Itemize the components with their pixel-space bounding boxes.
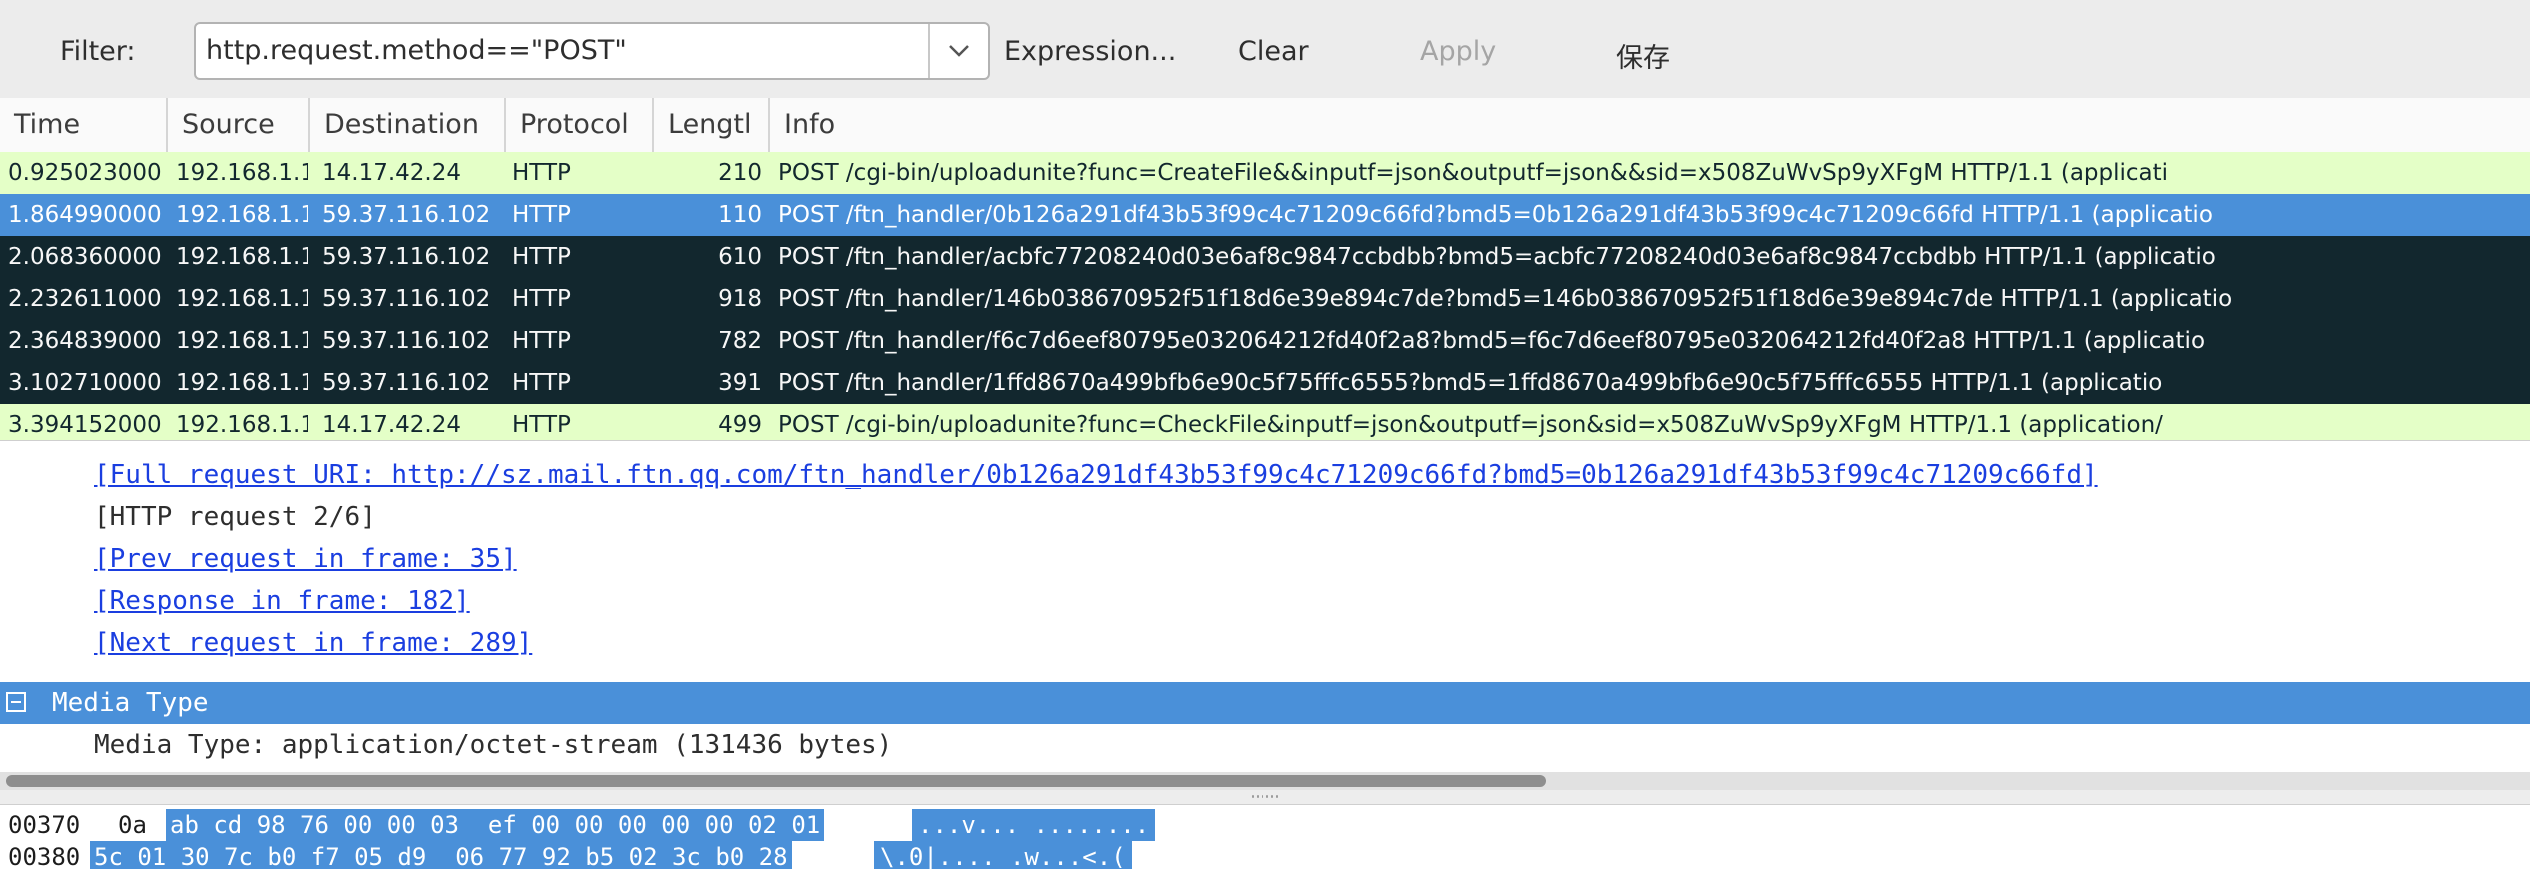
cell-info: POST /ftn_handler/0b126a291df43b53f99c4c… [778,202,2213,228]
cell-info: POST /ftn_handler/f6c7d6eef80795e0320642… [778,328,2206,354]
column-header-length[interactable]: Lengtl [654,98,770,152]
packet-row[interactable]: 0.925023000 192.168.1.1 14.17.42.24 HTTP 210… [0,152,2530,194]
hex-offset: 00380 [8,843,81,869]
cell-protocol: HTTP [512,328,571,354]
column-header-source[interactable]: Source [168,98,310,152]
collapse-icon[interactable] [6,692,26,712]
filter-toolbar: Filter: Expression... Clear Apply 保存 [0,0,2530,98]
cell-info: POST /ftn_handler/1ffd8670a499bfb6e90c5f… [778,370,2163,396]
pane-splitter-bottom[interactable] [1252,795,1278,801]
hex-bytes: 0a [118,811,147,839]
cell-source: 192.168.1.1 [176,286,308,312]
cell-info: POST /cgi-bin/uploadunite?func=CreateFil… [778,160,2169,186]
response-frame-link[interactable]: [Response in frame: 182] [94,580,470,622]
cell-source: 192.168.1.1 [176,328,308,354]
cell-time: 3.394152000 [8,412,162,438]
cell-info: POST /cgi-bin/uploadunite?func=CheckFile… [778,412,2163,438]
full-request-uri-link[interactable]: [Full request URI: http://sz.mail.ftn.qq… [94,454,2098,496]
cell-length: 610 [718,244,762,270]
hex-ascii-highlighted[interactable]: ...v... ........ [912,809,1156,841]
cell-destination: 59.37.116.102 [322,202,491,228]
packet-row[interactable]: 2.364839000 192.168.1.1 59.37.116.102 HTTP 7… [0,320,2530,362]
http-request-index: [HTTP request 2/6] [94,502,376,532]
cell-length: 210 [718,160,762,186]
cell-time: 2.364839000 [8,328,162,354]
cell-info: POST /ftn_handler/146b038670952f51f18d6e… [778,286,2233,312]
chevron-down-icon [949,45,969,57]
column-header-info[interactable]: Info [770,98,2530,152]
cell-length: 391 [718,370,762,396]
column-header-protocol[interactable]: Protocol [506,98,654,152]
filter-combobox[interactable] [194,22,990,80]
cell-time: 3.102710000 [8,370,162,396]
media-type-header-label: Media Type [52,688,209,718]
details-horizontal-scrollbar[interactable] [0,772,2530,790]
apply-button[interactable]: Apply [1420,36,1496,67]
cell-destination: 14.17.42.24 [322,160,461,186]
packet-bytes-pane: 00370 0a ab cd 98 76 00 00 03 ef 00 00 00 … [0,804,2530,869]
hex-offset: 00370 [8,811,81,839]
cell-protocol: HTTP [512,160,571,186]
cell-protocol: HTTP [512,202,571,228]
cell-time: 0.925023000 [8,160,162,186]
cell-source: 192.168.1.1 [176,244,308,270]
scrollbar-thumb[interactable] [6,775,1546,787]
cell-source: 192.168.1.1 [176,370,308,396]
packet-row[interactable]: 2.068360000 192.168.1.1 59.37.116.102 HTTP 6… [0,236,2530,278]
filter-input[interactable] [206,24,926,78]
cell-time: 2.232611000 [8,286,162,312]
media-type-tree-node[interactable]: Media Type [0,682,2530,724]
cell-length: 110 [718,202,762,228]
filter-dropdown-button[interactable] [928,24,988,78]
hex-bytes-highlighted[interactable]: 5c 01 30 7c b0 f7 05 d9 06 77 92 b5 02 3… [90,841,792,869]
hex-ascii-highlighted[interactable]: \.0|.... .w...<.( [874,841,1132,869]
packet-row[interactable]: 3.102710000 192.168.1.1 59.37.116.102 HTTP 3… [0,362,2530,404]
cell-source: 192.168.1.1 [176,202,308,228]
cell-length: 918 [718,286,762,312]
cell-protocol: HTTP [512,412,571,438]
hex-bytes-highlighted[interactable]: ab cd 98 76 00 00 03 ef 00 00 00 00 00 0… [166,809,825,841]
cell-destination: 14.17.42.24 [322,412,461,438]
cell-info: POST /ftn_handler/acbfc77208240d03e6af8c… [778,244,2216,270]
cell-destination: 59.37.116.102 [322,286,491,312]
cell-source: 192.168.1.1 [176,412,308,438]
cell-destination: 59.37.116.102 [322,328,491,354]
column-header-row: Time Source Destination Protocol Lengtl … [0,98,2530,153]
cell-length: 499 [718,412,762,438]
cell-destination: 59.37.116.102 [322,370,491,396]
cell-source: 192.168.1.1 [176,160,308,186]
column-header-time[interactable]: Time [0,98,168,152]
cell-protocol: HTTP [512,286,571,312]
save-button[interactable]: 保存 [1616,36,1670,75]
packet-row[interactable]: 2.232611000 192.168.1.1 59.37.116.102 HTTP 9… [0,278,2530,320]
packet-row[interactable]: 3.394152000 192.168.1.1 14.17.42.24 HTTP 499… [0,404,2530,440]
prev-request-link[interactable]: [Prev request in frame: 35] [94,538,517,580]
cell-protocol: HTTP [512,244,571,270]
packet-row[interactable]: 1.864990000 192.168.1.1 59.37.116.102 HTTP 1… [0,194,2530,236]
cell-time: 1.864990000 [8,202,162,228]
cell-length: 782 [718,328,762,354]
cell-destination: 59.37.116.102 [322,244,491,270]
expression-button[interactable]: Expression... [1004,36,1176,67]
packet-details-pane: [Full request URI: http://sz.mail.ftn.qq… [0,440,2530,786]
cell-time: 2.068360000 [8,244,162,270]
next-request-link[interactable]: [Next request in frame: 289] [94,622,532,664]
packet-list: Time Source Destination Protocol Lengtl … [0,98,2530,440]
column-header-destination[interactable]: Destination [310,98,506,152]
cell-protocol: HTTP [512,370,571,396]
media-type-value: Media Type: application/octet-stream (13… [94,730,893,760]
clear-button[interactable]: Clear [1238,36,1309,67]
filter-label: Filter: [60,36,136,67]
